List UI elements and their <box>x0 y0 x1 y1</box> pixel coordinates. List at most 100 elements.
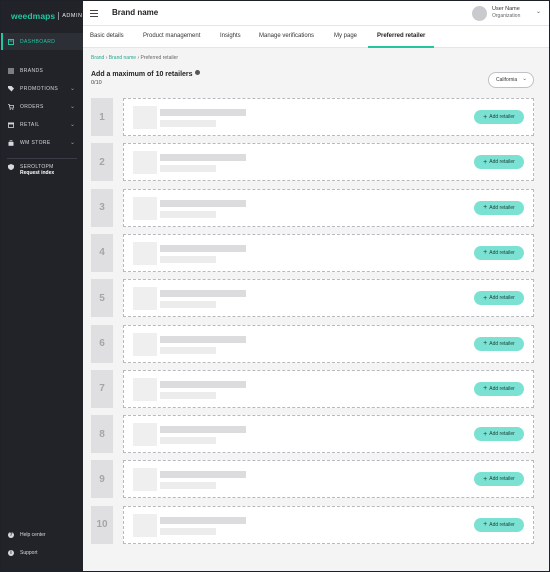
support-label: Support <box>20 550 38 556</box>
add-retailer-button[interactable]: + Add retailer <box>474 427 524 442</box>
retailer-slot-card: + Add retailer <box>123 415 534 454</box>
retailer-name-placeholder <box>160 290 246 298</box>
retailer-slot-card: + Add retailer <box>123 324 534 363</box>
chevron-down-icon: ⌄ <box>522 76 527 82</box>
info-icon[interactable] <box>194 70 200 75</box>
add-retailer-button[interactable]: + Add retailer <box>474 245 524 260</box>
breadcrumb-section[interactable]: Brand name <box>109 55 136 61</box>
region-select-value: California <box>496 77 518 83</box>
retailer-slot-row: 5 + Add retailer <box>91 279 535 318</box>
help-center-link[interactable]: ? Help center <box>8 532 46 538</box>
help-icon: ? <box>8 532 14 538</box>
store-icon <box>8 122 14 128</box>
retailer-name-placeholder <box>160 471 246 479</box>
add-retailer-label: Add retailer <box>489 159 515 166</box>
sidebar-item-wm-store[interactable]: WM STORE ⌄ <box>1 134 83 152</box>
retailer-slot-row: 6 + Add retailer <box>91 324 535 363</box>
sidebar-item-label: DASHBOARD <box>20 38 56 45</box>
chevron-down-icon: ⌄ <box>69 122 75 128</box>
slot-number: 2 <box>91 143 113 182</box>
retailer-counter: 0/10 <box>91 80 102 86</box>
tab-my-page[interactable]: My page <box>334 33 357 39</box>
plus-icon: + <box>483 249 488 257</box>
logo-divider <box>58 11 60 20</box>
add-retailer-button[interactable]: + Add retailer <box>474 381 524 396</box>
add-retailer-button[interactable]: + Add retailer <box>474 517 524 532</box>
retailer-thumbnail-placeholder <box>133 106 157 129</box>
add-retailer-label: Add retailer <box>489 204 515 211</box>
retailer-slot-card: + Add retailer <box>123 460 534 499</box>
top-bar: Brand name User Name Organization ⌄ <box>83 1 549 26</box>
retailer-detail-placeholder <box>160 346 216 354</box>
sidebar-item-dashboard[interactable]: DASHBOARD <box>1 33 83 50</box>
plus-icon: + <box>483 385 488 393</box>
list-icon <box>8 68 14 74</box>
add-retailer-button[interactable]: + Add retailer <box>474 155 524 170</box>
tab-basic-details[interactable]: Basic details <box>90 33 124 39</box>
sidebar-item-promotions[interactable]: PROMOTIONS ⌄ <box>1 80 83 98</box>
retailer-slot-card: + Add retailer <box>123 188 534 227</box>
plus-icon: + <box>483 204 488 212</box>
retailer-detail-placeholder <box>160 437 216 445</box>
retailer-detail-placeholder <box>160 120 216 127</box>
add-retailer-label: Add retailer <box>489 114 515 120</box>
tab-insights[interactable]: Insights <box>220 33 241 39</box>
main-content: Brand › Brand name › Preferred retailer … <box>83 48 549 571</box>
add-retailer-button[interactable]: + Add retailer <box>474 472 524 487</box>
retailer-slot-card: + Add retailer <box>123 279 534 318</box>
sidebar-item-retail[interactable]: RETAIL ⌄ <box>1 116 83 134</box>
organization-switcher[interactable]: SEROLTOPM Request index <box>1 159 83 176</box>
add-retailer-button[interactable]: + Add retailer <box>474 336 524 351</box>
retailer-slot-card: + Add retailer <box>123 369 534 408</box>
region-select[interactable]: California ⌄ <box>488 72 534 88</box>
add-retailer-label: Add retailer <box>489 476 515 483</box>
organization-action: Request index <box>20 170 55 176</box>
add-retailer-label: Add retailer <box>489 431 515 438</box>
slot-number: 1 <box>91 98 113 136</box>
hamburger-menu-icon[interactable] <box>90 10 98 19</box>
avatar[interactable] <box>472 6 487 21</box>
slot-number: 5 <box>91 279 113 318</box>
logo[interactable]: weedmaps ADMIN <box>1 1 83 30</box>
retailer-name-placeholder <box>160 199 246 207</box>
tab-manage-verifications[interactable]: Manage verifications <box>259 33 314 39</box>
add-retailer-label: Add retailer <box>489 340 515 347</box>
user-name[interactable]: User Name <box>492 6 520 12</box>
sidebar-item-label: ORDERS <box>20 104 44 110</box>
retailer-thumbnail-placeholder <box>133 151 157 175</box>
retailer-detail-placeholder <box>160 391 216 399</box>
retailer-detail-placeholder <box>160 482 216 490</box>
chevron-down-icon: ⌄ <box>69 104 75 110</box>
sidebar-item-orders[interactable]: ORDERS ⌄ <box>1 98 83 116</box>
tab-preferred-retailer[interactable]: Preferred retailer <box>377 33 425 39</box>
plus-icon: + <box>483 158 488 166</box>
help-center-label: Help center <box>20 532 46 538</box>
plus-icon: + <box>483 113 488 121</box>
retailer-slot-row: 1 + Add retailer <box>91 98 535 136</box>
retailer-slot-row: 9 + Add retailer <box>91 460 535 499</box>
breadcrumb-current: Preferred retailer <box>140 55 179 61</box>
breadcrumb-home[interactable]: Brand <box>91 55 104 61</box>
sidebar-item-label: WM STORE <box>20 140 51 146</box>
retailer-detail-placeholder <box>160 255 216 263</box>
retailer-detail-placeholder <box>160 210 216 218</box>
retailer-thumbnail-placeholder <box>133 513 157 537</box>
chevron-down-icon[interactable]: ⌄ <box>536 8 541 15</box>
tab-product-management[interactable]: Product management <box>143 33 200 39</box>
page-title: Brand name <box>112 8 159 17</box>
add-retailer-button[interactable]: + Add retailer <box>474 291 524 306</box>
plus-icon: + <box>483 521 488 529</box>
retailer-detail-placeholder <box>160 527 216 535</box>
retailer-name-placeholder <box>160 516 246 524</box>
add-retailer-button[interactable]: + Add retailer <box>474 110 524 124</box>
retailer-slot-row: 8 + Add retailer <box>91 415 535 454</box>
retailer-slot-row: 2 + Add retailer <box>91 143 535 182</box>
retailer-slot-card: + Add retailer <box>123 98 534 136</box>
retailer-slot-row: 3 + Add retailer <box>91 188 535 227</box>
retailer-name-placeholder <box>160 244 246 252</box>
add-retailer-button[interactable]: + Add retailer <box>474 200 524 215</box>
slot-number: 7 <box>91 369 113 408</box>
slot-number: 10 <box>91 505 113 544</box>
support-link[interactable]: i Support <box>8 550 38 556</box>
sidebar-item-brands[interactable]: BRANDS <box>1 62 83 80</box>
